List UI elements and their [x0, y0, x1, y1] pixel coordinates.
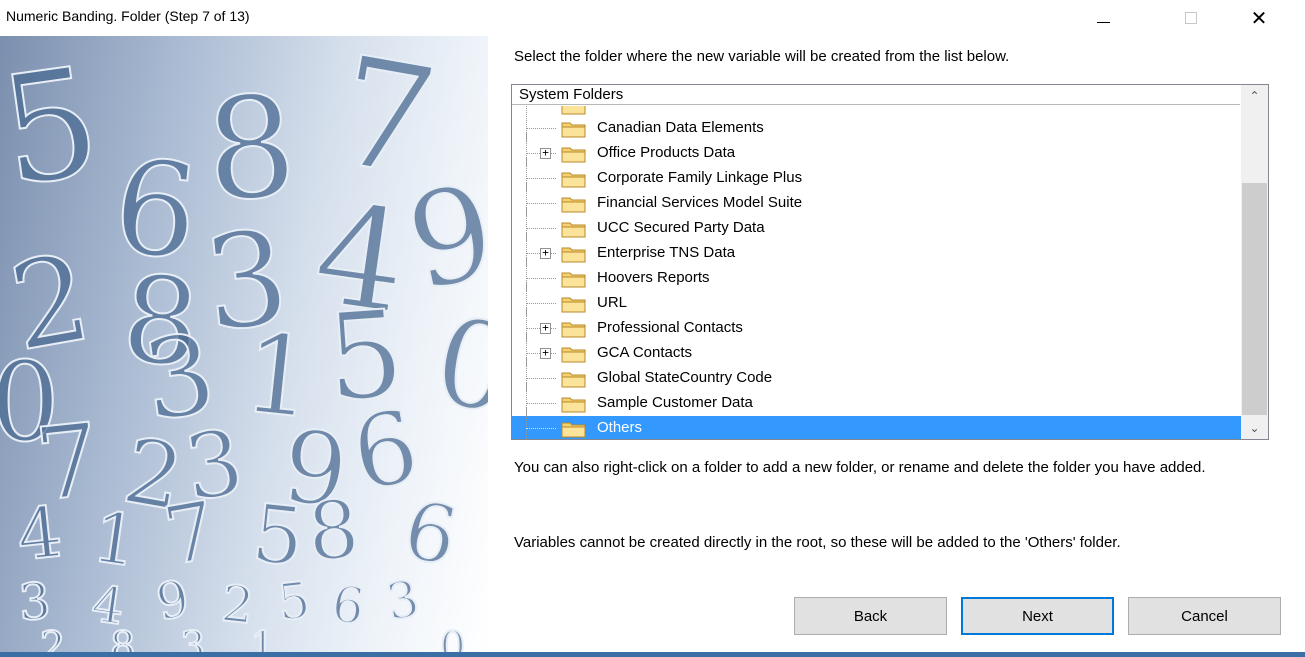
folder-icon: [561, 420, 587, 438]
tree-row-label: Enterprise TNS Data: [597, 244, 736, 261]
tree-row[interactable]: Canadian Data Elements: [512, 108, 1241, 141]
background-digit: 3: [17, 572, 53, 632]
tree-row[interactable]: URL: [512, 283, 1241, 316]
next-button[interactable]: Next: [961, 597, 1114, 635]
tree-row[interactable]: Others: [512, 408, 1241, 439]
tree-row-label: GCA Contacts: [597, 344, 693, 361]
tree-row[interactable]: Sample Customer Data: [512, 383, 1241, 416]
tree-row[interactable]: + Enterprise TNS Data: [512, 233, 1241, 266]
tree-row-label: Corporate Family Linkage Plus: [597, 169, 803, 186]
background-digit: 4: [13, 491, 66, 577]
window-bottom-edge: [0, 652, 1305, 657]
tree-connector-dots: [526, 203, 556, 204]
folder-icon: [561, 295, 587, 313]
tree-connector-dots: [526, 228, 556, 229]
numbers-background-image: 5687283490315072396417586349256328310: [0, 36, 488, 657]
expand-icon[interactable]: +: [540, 322, 551, 334]
folder-tree[interactable]: System Folders Canadian Data Elements + Of…: [511, 84, 1269, 440]
scroll-up-icon[interactable]: ⌃: [1241, 85, 1268, 107]
tree-connector-dots: [526, 278, 556, 279]
tree-connector-dots: [526, 403, 556, 404]
background-digit: 3: [382, 569, 423, 632]
tree-row[interactable]: + GCA Contacts: [512, 333, 1241, 366]
tree-rows: Canadian Data Elements + Office Products D…: [512, 106, 1241, 439]
tree-row[interactable]: Corporate Family Linkage Plus: [512, 158, 1241, 191]
folder-icon: [561, 145, 587, 163]
folder-icon: [561, 370, 587, 388]
tree-row-label: Others: [597, 419, 643, 436]
folder-icon: [561, 120, 587, 138]
scroll-thumb[interactable]: [1242, 183, 1267, 415]
tree-row-label: Canadian Data Elements: [597, 119, 764, 136]
folder-icon: [561, 220, 587, 238]
expand-icon[interactable]: +: [540, 247, 551, 259]
back-button[interactable]: Back: [794, 597, 947, 635]
tree-row-partial[interactable]: [512, 106, 1241, 116]
folder-icon: [561, 245, 587, 263]
background-digit: 5: [248, 486, 308, 584]
tree-row[interactable]: Global StateCountry Code: [512, 358, 1241, 391]
tree-connector-dots: [526, 378, 556, 379]
cancel-button[interactable]: Cancel: [1128, 597, 1281, 635]
folder-icon: [561, 170, 587, 188]
expand-icon[interactable]: +: [540, 147, 551, 159]
close-icon[interactable]: ✕: [1236, 0, 1282, 36]
background-digit: 5: [0, 36, 110, 221]
folder-icon: [561, 270, 587, 288]
tree-row[interactable]: Hoovers Reports: [512, 258, 1241, 291]
tree-row-label: URL: [597, 294, 628, 311]
root-note: Variables cannot be created directly in …: [514, 534, 1121, 551]
scroll-down-icon[interactable]: ⌄: [1241, 417, 1268, 439]
tree-connector-dots: [526, 428, 556, 429]
tree-row[interactable]: Financial Services Model Suite: [512, 183, 1241, 216]
background-digit: 5: [275, 571, 313, 632]
tree-row-label: Office Products Data: [597, 144, 736, 161]
expand-icon[interactable]: +: [540, 347, 551, 359]
right-click-hint: You can also right-click on a folder to …: [514, 459, 1206, 476]
tree-connector-line: [526, 408, 527, 439]
window-title: Numeric Banding. Folder (Step 7 of 13): [6, 8, 250, 24]
tree-row-label: Professional Contacts: [597, 319, 743, 336]
tree-row-label: Financial Services Model Suite: [597, 194, 803, 211]
tree-connector-dots: [526, 303, 556, 304]
tree-connector-dots: [526, 128, 556, 129]
vertical-scrollbar[interactable]: ⌃ ⌄: [1241, 85, 1268, 439]
tree-connector-dots: [526, 178, 556, 179]
instruction-text: Select the folder where the new variable…: [514, 48, 1010, 65]
digits-illustration: 568 72 83 490 3 1 5 07 23 964 1 7 58 63 4 9 2 5 6 32 8 3 1 0: [0, 36, 488, 657]
folder-icon: [561, 345, 587, 363]
folder-icon: [561, 195, 587, 213]
background-digit: 8: [305, 483, 362, 579]
tree-header: System Folders: [512, 85, 1240, 105]
tree-row-label: Global StateCountry Code: [597, 369, 773, 386]
title-bar: Numeric Banding. Folder (Step 7 of 13) ✕: [0, 0, 1305, 36]
folder-icon: [561, 320, 587, 338]
tree-row[interactable]: + Professional Contacts: [512, 308, 1241, 341]
tree-row[interactable]: + Office Products Data: [512, 133, 1241, 166]
maximize-icon[interactable]: [1168, 0, 1214, 36]
minimize-icon[interactable]: [1080, 0, 1126, 36]
tree-row[interactable]: UCC Secured Party Data: [512, 208, 1241, 241]
tree-row-label: UCC Secured Party Data: [597, 219, 765, 236]
tree-row-label: Hoovers Reports: [597, 269, 710, 286]
folder-icon: [561, 395, 587, 413]
background-digit: 6: [328, 574, 368, 636]
folder-icon: [561, 106, 587, 115]
tree-row-label: Sample Customer Data: [597, 394, 753, 411]
